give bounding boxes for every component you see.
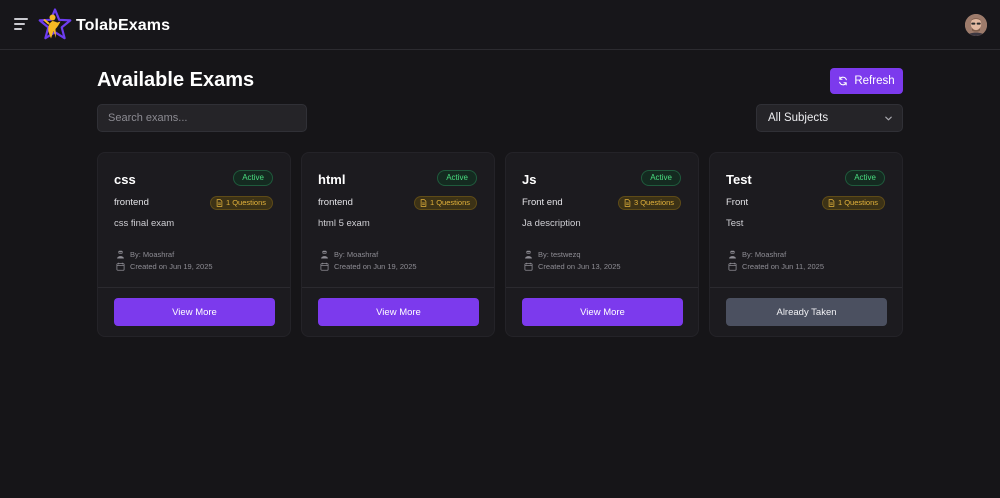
questions-count: 3 Questions [633, 198, 674, 207]
exam-card: css Active frontend 1 Questions css fina… [97, 152, 291, 337]
subject-filter-value: All Subjects [768, 112, 829, 124]
document-icon [420, 199, 427, 207]
exam-author: By: testwezq [524, 250, 581, 259]
exam-title: Js [522, 172, 537, 187]
exam-card: Js Active Front end 3 Questions Ja descr… [505, 152, 699, 337]
questions-badge: 1 Questions [209, 196, 273, 210]
user-icon [321, 250, 328, 259]
view-more-button[interactable]: View More [114, 298, 275, 326]
exam-card-grid: css Active frontend 1 Questions css fina… [97, 152, 903, 337]
user-avatar[interactable] [965, 14, 987, 36]
questions-badge: 1 Questions [821, 196, 885, 210]
status-badge: Active [845, 170, 885, 186]
refresh-button[interactable]: Refresh [830, 68, 903, 94]
search-input[interactable] [97, 104, 307, 132]
exam-card: html Active frontend 1 Questions html 5 … [301, 152, 495, 337]
exam-title: Test [726, 172, 752, 187]
calendar-icon [116, 262, 125, 271]
questions-count: 1 Questions [429, 198, 470, 207]
logo-icon [38, 8, 72, 40]
hamburger-menu-icon[interactable] [14, 18, 28, 30]
top-navbar: TolabExams [0, 0, 1000, 50]
exam-created-label: Created on Jun 11, 2025 [742, 262, 825, 271]
exam-author: By: Moashraf [728, 250, 786, 259]
exam-author-label: By: Moashraf [742, 250, 787, 259]
user-icon [117, 250, 124, 259]
exam-author: By: Moashraf [116, 250, 174, 259]
subject-filter-select[interactable]: All Subjects [756, 104, 903, 132]
questions-badge: 3 Questions [617, 196, 681, 210]
exam-subject: frontend [318, 197, 353, 208]
page-title: Available Exams [97, 69, 255, 91]
calendar-icon [524, 262, 533, 271]
questions-count: 1 Questions [837, 198, 878, 207]
exam-created-label: Created on Jun 13, 2025 [538, 262, 621, 271]
avatar-photo-icon [965, 14, 987, 36]
card-divider [710, 287, 902, 288]
card-divider [98, 287, 290, 288]
status-badge: Active [641, 170, 681, 186]
calendar-icon [320, 262, 329, 271]
exam-created-date: Created on Jun 13, 2025 [524, 262, 621, 271]
view-more-button[interactable]: View More [522, 298, 683, 326]
status-badge: Active [437, 170, 477, 186]
exam-title: html [318, 172, 346, 187]
exam-created-date: Created on Jun 11, 2025 [728, 262, 824, 271]
exam-author-label: By: Moashraf [130, 250, 175, 259]
exam-created-date: Created on Jun 19, 2025 [116, 262, 213, 271]
card-divider [506, 287, 698, 288]
exam-author-label: By: Moashraf [334, 250, 379, 259]
questions-count: 1 Questions [225, 198, 266, 207]
exam-description: Ja description [522, 218, 581, 229]
exam-title: css [114, 172, 136, 187]
exam-card: Test Active Front 1 Questions Test By: M… [709, 152, 903, 337]
user-icon [525, 250, 532, 259]
exam-description: css final exam [114, 218, 175, 229]
view-more-button[interactable]: View More [318, 298, 479, 326]
exam-description: html 5 exam [318, 218, 370, 229]
brand-name: TolabExams [76, 17, 171, 34]
questions-badge: 1 Questions [413, 196, 477, 210]
exam-subject: Front [726, 197, 749, 208]
document-icon [624, 199, 631, 207]
exam-created-date: Created on Jun 19, 2025 [320, 262, 417, 271]
exam-subject: Front end [522, 197, 563, 208]
user-icon [729, 250, 736, 259]
document-icon [828, 199, 835, 207]
exam-author: By: Moashraf [320, 250, 378, 259]
refresh-icon [839, 76, 848, 86]
refresh-label: Refresh [854, 75, 895, 87]
card-divider [302, 287, 494, 288]
document-icon [216, 199, 223, 207]
already-taken-button[interactable]: Already Taken [726, 298, 887, 326]
calendar-icon [728, 262, 737, 271]
status-badge: Active [233, 170, 273, 186]
exam-author-label: By: testwezq [538, 250, 581, 259]
exam-subject: frontend [114, 197, 149, 208]
exam-created-label: Created on Jun 19, 2025 [334, 262, 417, 271]
exam-description: Test [726, 218, 744, 229]
exam-created-label: Created on Jun 19, 2025 [130, 262, 213, 271]
chevron-down-icon [885, 116, 892, 121]
